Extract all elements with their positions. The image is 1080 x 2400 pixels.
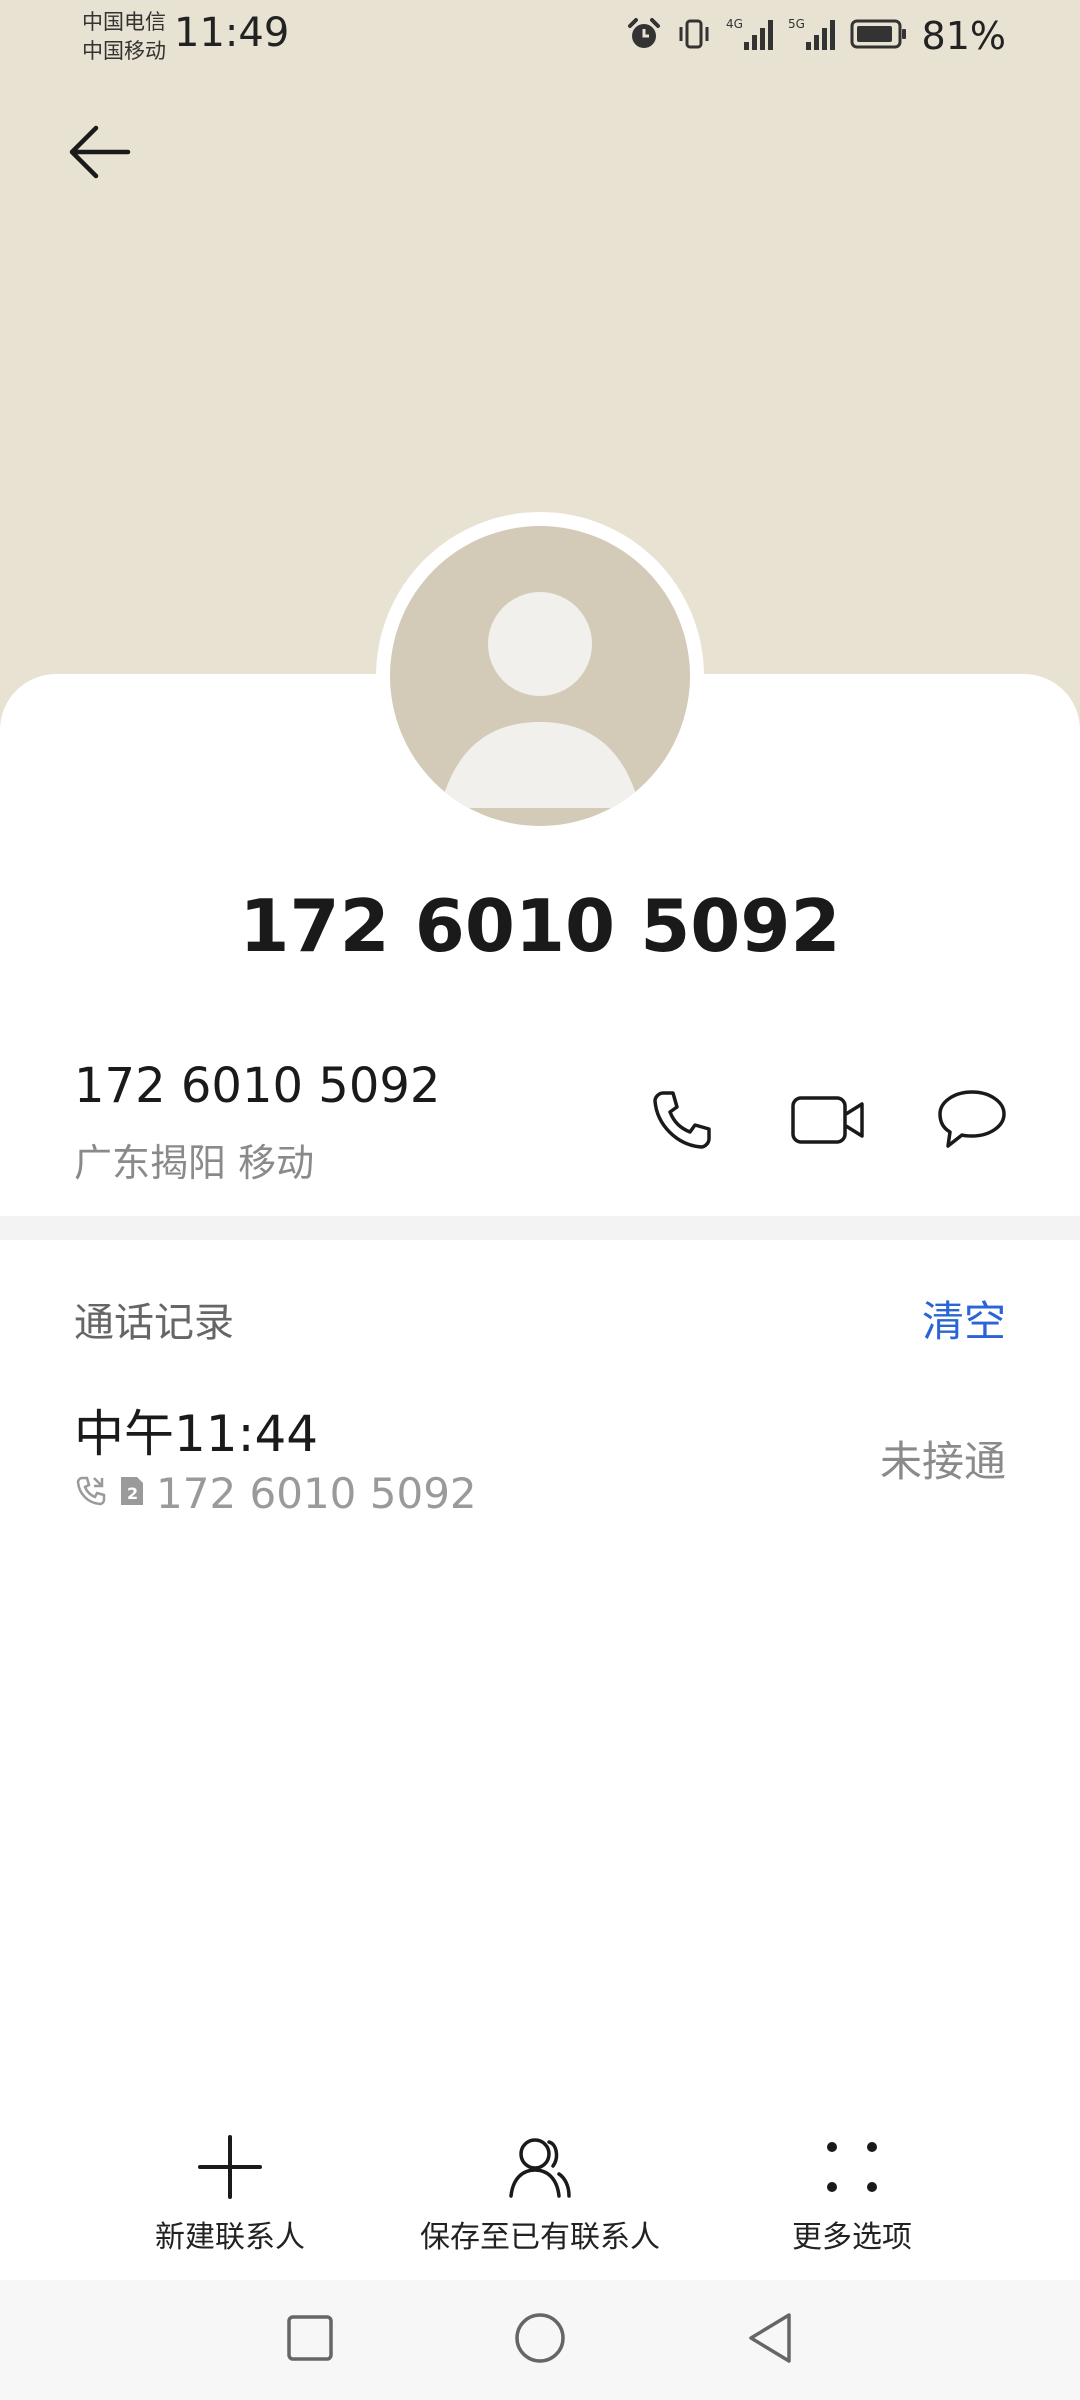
recent-apps-button[interactable] xyxy=(270,2300,350,2380)
clear-history-button[interactable]: 清空 xyxy=(922,1288,1006,1349)
video-call-button[interactable] xyxy=(786,1080,870,1164)
circle-icon xyxy=(513,2311,567,2369)
triangle-back-icon xyxy=(745,2311,795,2369)
carrier-1: 中国电信 xyxy=(82,10,166,34)
call-record-number: 172 6010 5092 xyxy=(156,1468,477,1518)
default-avatar-icon xyxy=(440,592,640,808)
phone-location: 广东揭阳 移动 xyxy=(74,1141,315,1185)
back-button[interactable] xyxy=(66,118,146,190)
battery-icon xyxy=(850,18,908,54)
save-to-existing-button[interactable]: 保存至已有联系人 xyxy=(400,2132,680,2272)
status-icons: 4G 5G 81% xyxy=(626,14,1006,58)
sim-number: 2 xyxy=(127,1484,138,1503)
home-button[interactable] xyxy=(500,2300,580,2380)
status-time: 11:49 xyxy=(174,10,290,56)
system-nav-bar xyxy=(0,2280,1080,2400)
message-button[interactable] xyxy=(930,1080,1014,1164)
contacts-icon xyxy=(505,2132,575,2202)
call-record-time: 中午11:44 xyxy=(74,1405,319,1463)
missed-call-icon xyxy=(74,1474,108,1512)
call-record-status: 未接通 xyxy=(879,1437,1006,1486)
carrier-2: 中国移动 xyxy=(82,39,166,63)
contact-display-name: 172 6010 5092 xyxy=(239,884,841,968)
call-history-title: 通话记录 xyxy=(74,1300,234,1346)
section-divider xyxy=(0,1216,1080,1240)
new-contact-button[interactable]: 新建联系人 xyxy=(140,2132,320,2272)
alarm-icon xyxy=(626,16,662,56)
message-icon xyxy=(936,1088,1008,1156)
status-bar: 中国电信 中国移动 11:49 4G 5G 81% xyxy=(0,0,1080,72)
network-1-label: 4G xyxy=(726,17,743,31)
network-2-label: 5G xyxy=(788,17,805,31)
signal-5g-icon: 5G xyxy=(788,16,836,56)
video-call-icon xyxy=(790,1092,866,1152)
call-record-details: 2 172 6010 5092 xyxy=(74,1466,477,1520)
carrier-info: 中国电信 中国移动 xyxy=(82,8,166,66)
back-nav-button[interactable] xyxy=(730,2300,810,2380)
battery-percent: 81% xyxy=(921,14,1006,58)
more-dots-icon xyxy=(817,2132,887,2202)
back-arrow-icon xyxy=(66,122,134,186)
save-to-existing-label: 保存至已有联系人 xyxy=(420,2220,660,2255)
sim-card-icon: 2 xyxy=(118,1474,146,1512)
vibrate-icon xyxy=(676,16,712,56)
phone-number[interactable]: 172 6010 5092 xyxy=(74,1058,440,1114)
plus-icon xyxy=(195,2132,265,2202)
new-contact-label: 新建联系人 xyxy=(155,2220,305,2255)
more-options-button[interactable]: 更多选项 xyxy=(762,2132,942,2272)
square-icon xyxy=(286,2314,334,2366)
bottom-action-bar: 新建联系人 保存至已有联系人 更多选项 xyxy=(0,2132,1080,2272)
avatar[interactable] xyxy=(390,526,690,826)
phone-number-row: 172 6010 5092 广东揭阳 移动 xyxy=(0,1040,1080,1210)
phone-icon xyxy=(649,1087,715,1157)
call-button[interactable] xyxy=(640,1080,724,1164)
more-options-label: 更多选项 xyxy=(792,2220,912,2255)
signal-4g-icon: 4G xyxy=(726,16,774,56)
